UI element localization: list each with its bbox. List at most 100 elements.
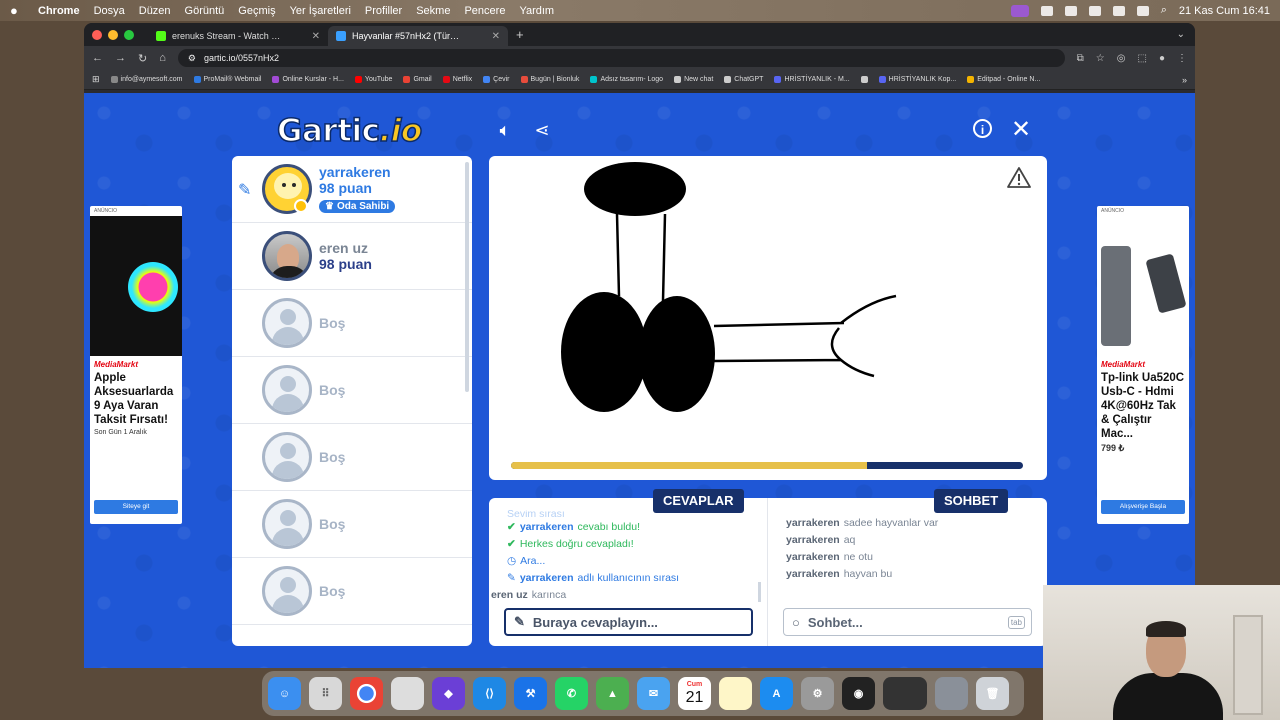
- bookmark-item[interactable]: Editpad - Online N...: [967, 76, 1040, 83]
- launchpad-icon[interactable]: ⠿: [309, 677, 342, 710]
- menu-item[interactable]: Yardım: [519, 5, 554, 17]
- bookmark-item[interactable]: Adsız tasarım- Logo: [590, 76, 663, 83]
- app-icon[interactable]: [391, 677, 424, 710]
- bookmark-item[interactable]: Çevir: [483, 76, 510, 83]
- apps-grid-icon[interactable]: ⊞: [92, 74, 100, 85]
- bookmark-item[interactable]: HRİSTİYANLIK - M...: [774, 76, 850, 83]
- empty-slot-label: Boş: [319, 315, 346, 331]
- system-settings-icon[interactable]: ⚙: [801, 677, 834, 710]
- bookmark-item[interactable]: Online Kurslar - H...: [272, 76, 344, 83]
- screen-record-icon[interactable]: [1010, 4, 1029, 17]
- answers-scrollbar[interactable]: [758, 582, 761, 602]
- chrome-icon[interactable]: [350, 677, 383, 710]
- bookmark-star-icon[interactable]: ☆: [1096, 53, 1105, 64]
- search-icon[interactable]: ⌕: [1161, 4, 1167, 17]
- control-center-icon[interactable]: [1136, 5, 1149, 16]
- menu-item[interactable]: Geçmiş: [238, 5, 275, 17]
- bookmark-item[interactable]: New chat: [674, 76, 713, 83]
- xcode-icon[interactable]: ⚒: [514, 677, 547, 710]
- menu-item[interactable]: Düzen: [139, 5, 171, 17]
- downloads-icon[interactable]: [935, 677, 968, 710]
- message-text: Sevim sırası: [507, 510, 565, 518]
- extension-icon[interactable]: ◎: [1117, 53, 1126, 64]
- home-icon[interactable]: ⌂: [159, 52, 166, 64]
- app-store-icon[interactable]: A: [760, 677, 793, 710]
- ad-cta-button[interactable]: Alışverişe Başla: [1101, 500, 1185, 514]
- bookmark-item[interactable]: HRİSTİYANLIK Kop...: [878, 76, 956, 83]
- share-icon[interactable]: ⋖: [531, 119, 553, 141]
- minimize-window-button[interactable]: [108, 29, 118, 40]
- menu-item[interactable]: Görüntü: [185, 5, 225, 17]
- recent-window-thumbnail[interactable]: [883, 677, 927, 710]
- message-text: karınca: [531, 588, 567, 601]
- bookmark-item[interactable]: YouTube: [354, 76, 392, 83]
- trash-icon[interactable]: 🗑︎: [976, 677, 1009, 710]
- bookmarks-overflow-icon[interactable]: »: [1182, 75, 1187, 85]
- reload-icon[interactable]: ↻: [138, 52, 147, 65]
- zoom-window-button[interactable]: [124, 29, 134, 40]
- apple-menu-icon[interactable]: ●: [10, 3, 24, 18]
- whatsapp-icon[interactable]: ✆: [555, 677, 588, 710]
- menubar-status-icon[interactable]: [1040, 5, 1053, 16]
- chat-input[interactable]: ○ Sohbet... tab: [783, 608, 1032, 636]
- extensions-puzzle-icon[interactable]: ⬚: [1138, 53, 1147, 64]
- visual-studio-icon[interactable]: ◆: [432, 677, 465, 710]
- bookmark-item[interactable]: Bugün | Bionluk: [520, 76, 579, 83]
- bookmark-item[interactable]: ProMail® Webmail: [193, 76, 261, 83]
- url-input[interactable]: ⚙ gartic.io/0557nHx2: [177, 49, 1065, 67]
- menu-item[interactable]: Sekme: [416, 5, 450, 17]
- player-row[interactable]: ✎ yarrakeren 98 puan ♛ Oda Sahibi: [232, 156, 472, 223]
- report-warning-icon[interactable]: [1007, 166, 1031, 188]
- player-row[interactable]: eren uz 98 puan: [232, 223, 472, 290]
- info-icon[interactable]: i: [973, 119, 992, 138]
- tab-key-hint: tab: [1007, 615, 1025, 629]
- menubar-clock[interactable]: 21 Kas Cum 16:41: [1179, 5, 1270, 17]
- answer-input[interactable]: ✎ Buraya cevaplayın...: [504, 608, 753, 636]
- tab-search-icon[interactable]: ⌄: [1177, 29, 1185, 40]
- browser-tab-active[interactable]: Hayvanlar #57nHx2 (Türkçe) ✕: [328, 26, 508, 46]
- bookmark-item[interactable]: ChatGPT: [724, 76, 763, 83]
- maps-icon[interactable]: ▲: [596, 677, 629, 710]
- message-text: Ara...: [520, 554, 546, 567]
- profile-avatar-icon[interactable]: ●: [1159, 53, 1165, 64]
- browser-tab[interactable]: erenuks Stream - Watch Live ✕: [148, 26, 328, 46]
- forward-icon[interactable]: →: [115, 52, 126, 64]
- right-ad[interactable]: ANÜNCIO MediaMarkt Tp-link Ua520C Usb-C …: [1097, 206, 1189, 524]
- install-app-icon[interactable]: ⧉: [1077, 53, 1084, 64]
- chat-message: yarrakeren aq: [786, 531, 1039, 548]
- chrome-menu-icon[interactable]: ⋮: [1177, 53, 1187, 64]
- vscode-icon[interactable]: ⟨⟩: [473, 677, 506, 710]
- left-ad[interactable]: ANÜNCIO MediaMarkt Apple Aksesuarlarda 9…: [90, 206, 182, 524]
- close-icon[interactable]: ✕: [1010, 118, 1032, 142]
- tab-close-icon[interactable]: ✕: [492, 31, 500, 42]
- menu-item[interactable]: Profiller: [365, 5, 402, 17]
- bookmark-item[interactable]: Gmail: [403, 76, 432, 83]
- players-scrollbar[interactable]: [465, 162, 469, 392]
- close-window-button[interactable]: [92, 29, 102, 40]
- mail-icon[interactable]: ✉: [637, 677, 670, 710]
- site-info-icon[interactable]: ⚙: [188, 53, 196, 64]
- calendar-icon[interactable]: Cum 21: [678, 677, 711, 710]
- avatar: [262, 231, 312, 281]
- empty-slot: Boş: [232, 357, 472, 424]
- obs-icon[interactable]: ◉: [842, 677, 875, 710]
- tab-close-icon[interactable]: ✕: [312, 31, 320, 42]
- bookmark-item[interactable]: info@aymesoft.com: [110, 76, 183, 83]
- wifi-icon[interactable]: [1088, 5, 1101, 16]
- menu-item[interactable]: Pencere: [464, 5, 505, 17]
- bookmark-item[interactable]: Netflix: [442, 76, 472, 83]
- bookmark-item[interactable]: [860, 76, 868, 83]
- back-icon[interactable]: ←: [92, 52, 103, 64]
- ad-cta-button[interactable]: Siteye git: [94, 500, 178, 514]
- battery-icon[interactable]: [1112, 5, 1125, 16]
- notes-icon[interactable]: [719, 677, 752, 710]
- finder-icon[interactable]: ☺: [268, 677, 301, 710]
- menu-item[interactable]: Dosya: [94, 5, 125, 17]
- sound-icon[interactable]: 🔈︎: [494, 119, 516, 141]
- play-icon[interactable]: [1064, 5, 1077, 16]
- new-tab-icon[interactable]: +: [516, 27, 524, 42]
- menu-app-name[interactable]: Chrome: [38, 5, 80, 17]
- menu-item[interactable]: Yer İşaretleri: [290, 5, 351, 17]
- drawing-canvas[interactable]: [489, 156, 1047, 480]
- gartic-logo[interactable]: Gartic.io: [276, 112, 423, 150]
